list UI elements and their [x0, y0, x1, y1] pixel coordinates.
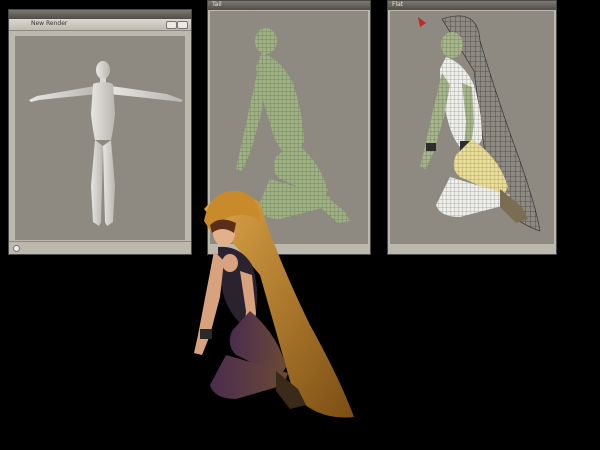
- window-title: Tail: [212, 1, 222, 8]
- window-titlebar[interactable]: [9, 10, 191, 26]
- render-window-left: New Render: [8, 9, 192, 255]
- wireframe-cloak-viewport[interactable]: [390, 11, 554, 244]
- window-titlebar[interactable]: Tail: [208, 1, 370, 10]
- final-render-cloaked-figure-illustration: [194, 190, 354, 418]
- render-toolbar: New Render: [9, 19, 191, 31]
- render-label: New Render: [31, 20, 68, 27]
- menu-button[interactable]: [166, 21, 177, 29]
- kneeling-cloaked-wireframe-illustration: [418, 15, 541, 232]
- window-title: Flat: [392, 1, 404, 8]
- window-titlebar[interactable]: Flat: [388, 1, 556, 10]
- status-dot-icon[interactable]: [13, 245, 20, 252]
- tpose-figure-illustration: [29, 61, 183, 226]
- render-window-right: Flat: [387, 0, 557, 255]
- render-viewport[interactable]: [15, 36, 185, 240]
- close-button[interactable]: [177, 21, 188, 29]
- statusbar: [9, 241, 191, 254]
